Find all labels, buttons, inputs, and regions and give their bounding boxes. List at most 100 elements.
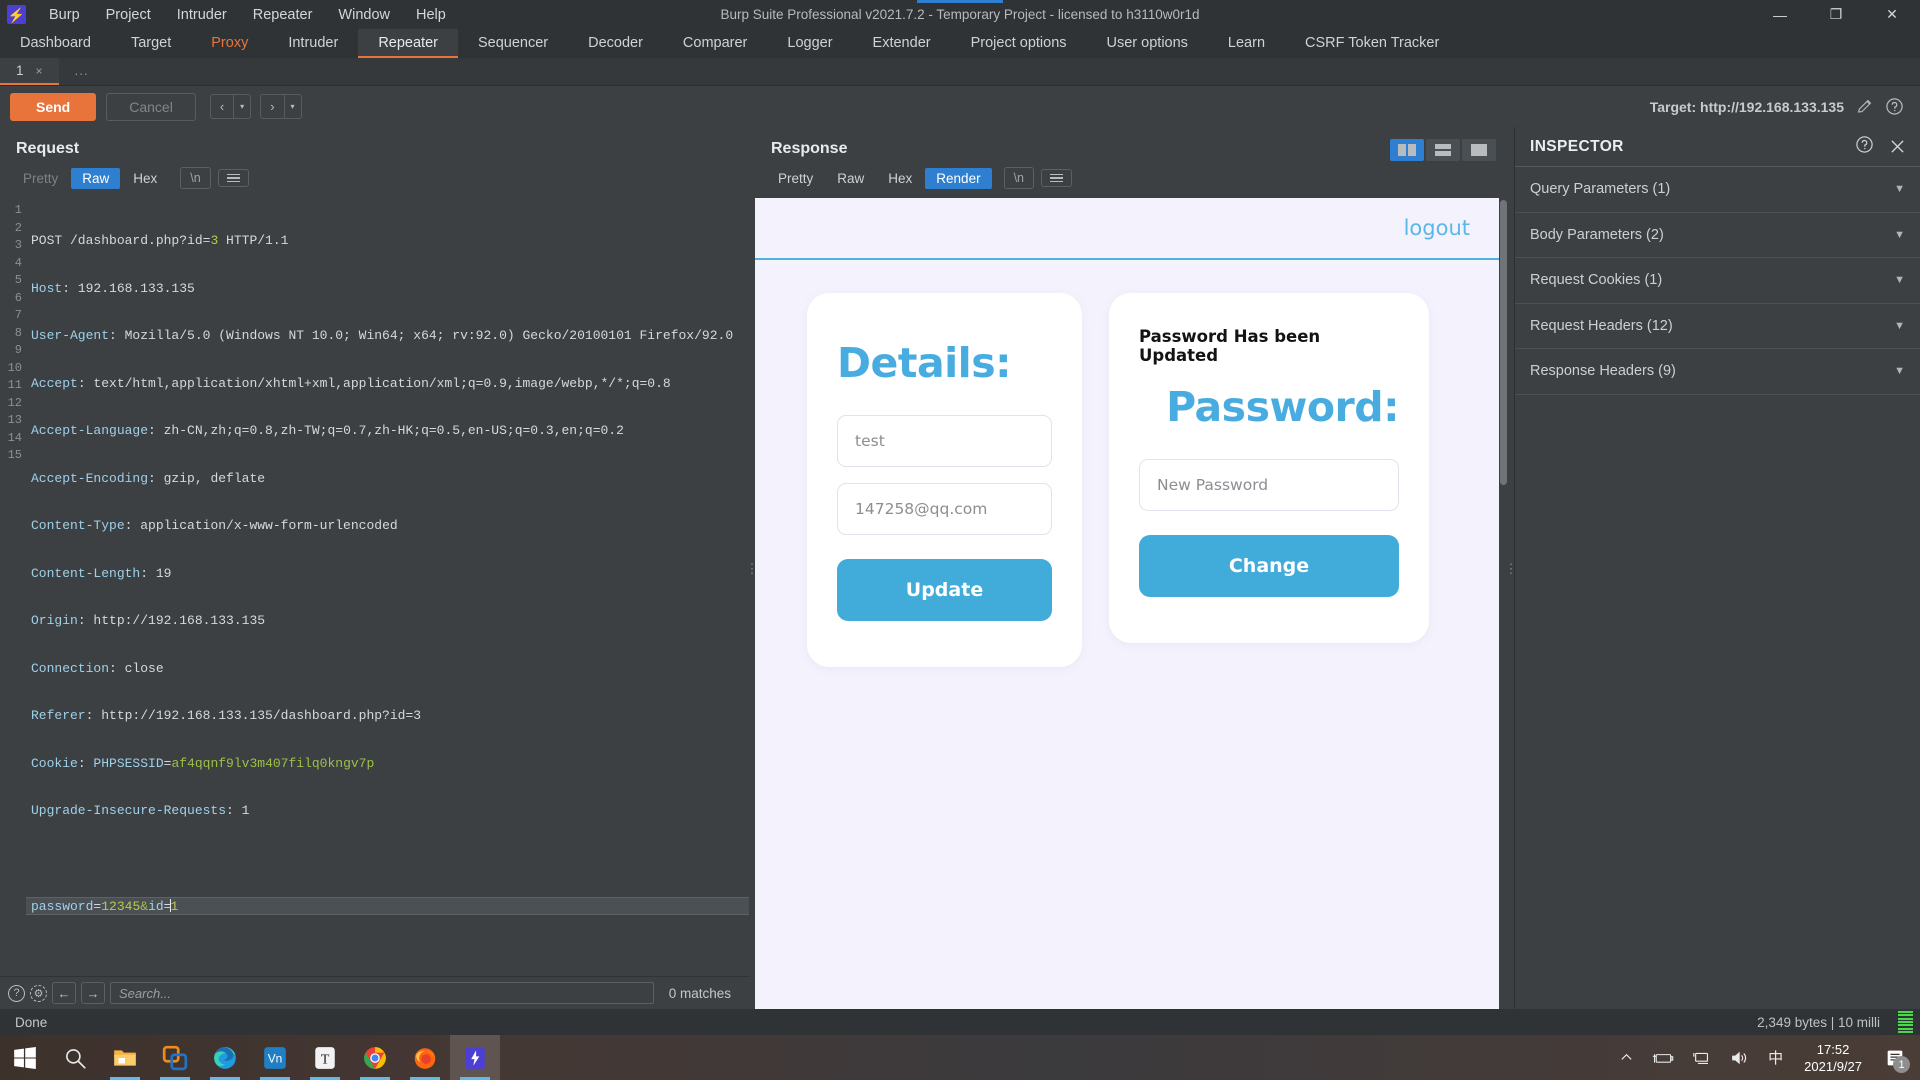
chevron-down-icon[interactable]: ▼ bbox=[1894, 365, 1905, 377]
gear-icon[interactable]: ⚙ bbox=[30, 985, 47, 1002]
help-circle-icon[interactable]: ? bbox=[8, 985, 25, 1002]
taskbar-typora[interactable]: T bbox=[300, 1035, 350, 1080]
battery-charging-icon[interactable] bbox=[1643, 1035, 1683, 1080]
taskbar-vnc[interactable]: Vn bbox=[250, 1035, 300, 1080]
ime-indicator[interactable]: 中 bbox=[1759, 1035, 1792, 1080]
maximize-button[interactable]: ❐ bbox=[1808, 0, 1864, 29]
tab-sequencer[interactable]: Sequencer bbox=[458, 29, 568, 58]
chevron-down-icon[interactable]: ▼ bbox=[1894, 320, 1905, 332]
request-format-pretty[interactable]: Pretty bbox=[12, 168, 69, 189]
tab-repeater[interactable]: Repeater bbox=[358, 29, 458, 58]
taskbar-search[interactable] bbox=[50, 1035, 100, 1080]
clock[interactable]: 17:52 2021/9/27 bbox=[1792, 1035, 1874, 1080]
inspector-section-request-cookies[interactable]: Request Cookies (1) ▼ bbox=[1515, 258, 1920, 304]
request-search-bar: ? ⚙ ← → 0 matches bbox=[0, 976, 749, 1009]
close-icon[interactable] bbox=[1890, 139, 1905, 154]
response-format-pretty[interactable]: Pretty bbox=[767, 168, 824, 189]
menu-item-intruder[interactable]: Intruder bbox=[164, 3, 240, 27]
cancel-button[interactable]: Cancel bbox=[106, 93, 196, 121]
menu-item-window[interactable]: Window bbox=[325, 3, 403, 27]
history-back-button[interactable]: ‹ bbox=[211, 95, 233, 118]
chevron-down-icon[interactable]: ▼ bbox=[1894, 274, 1905, 286]
notification-icon[interactable]: 1 bbox=[1874, 1035, 1916, 1080]
menu-item-repeater[interactable]: Repeater bbox=[240, 3, 326, 27]
response-newline-toggle[interactable]: \n bbox=[1004, 167, 1034, 189]
tab-decoder[interactable]: Decoder bbox=[568, 29, 663, 58]
tab-logger[interactable]: Logger bbox=[767, 29, 852, 58]
search-input[interactable] bbox=[110, 982, 654, 1004]
change-button[interactable]: Change bbox=[1139, 535, 1399, 597]
email-field[interactable] bbox=[837, 483, 1052, 535]
request-line: Content-Type: application/x-www-form-url… bbox=[26, 517, 749, 535]
layout-stacked-button[interactable] bbox=[1426, 139, 1460, 161]
request-editor[interactable]: 1 2 3 4 5 6 7 8 9 10 11 12 13 14 15 bbox=[0, 198, 749, 976]
taskbar-edge[interactable] bbox=[200, 1035, 250, 1080]
taskbar-firefox[interactable] bbox=[400, 1035, 450, 1080]
inspector-section-query-parameters[interactable]: Query Parameters (1) ▼ bbox=[1515, 167, 1920, 213]
repeater-tab-1[interactable]: 1 × bbox=[0, 58, 59, 85]
request-code[interactable]: POST /dashboard.php?id=3 HTTP/1.1 Host: … bbox=[26, 198, 749, 976]
taskbar-chrome[interactable] bbox=[350, 1035, 400, 1080]
menu-item-help[interactable]: Help bbox=[403, 3, 459, 27]
hamburger-icon[interactable] bbox=[1041, 169, 1072, 188]
send-button[interactable]: Send bbox=[10, 93, 96, 121]
search-prev-button[interactable]: ← bbox=[52, 982, 76, 1004]
repeater-add-tab[interactable]: ... bbox=[59, 58, 105, 85]
network-icon[interactable] bbox=[1683, 1035, 1721, 1080]
tab-dashboard[interactable]: Dashboard bbox=[0, 29, 111, 58]
response-format-hex[interactable]: Hex bbox=[877, 168, 923, 189]
logout-link[interactable]: logout bbox=[1404, 216, 1470, 240]
pencil-icon[interactable] bbox=[1856, 98, 1873, 115]
svg-text:T: T bbox=[321, 1051, 330, 1067]
tab-project-options[interactable]: Project options bbox=[951, 29, 1087, 58]
tab-learn[interactable]: Learn bbox=[1208, 29, 1285, 58]
tab-intruder[interactable]: Intruder bbox=[268, 29, 358, 58]
close-button[interactable]: ✕ bbox=[1864, 0, 1920, 29]
chevron-up-icon[interactable] bbox=[1610, 1035, 1643, 1080]
taskbar-vmware[interactable] bbox=[150, 1035, 200, 1080]
search-next-button[interactable]: → bbox=[81, 982, 105, 1004]
update-button[interactable]: Update bbox=[837, 559, 1052, 621]
new-password-field[interactable] bbox=[1139, 459, 1399, 511]
request-format-hex[interactable]: Hex bbox=[122, 168, 168, 189]
volume-icon[interactable] bbox=[1721, 1035, 1759, 1080]
chevron-down-icon[interactable]: ▼ bbox=[1894, 183, 1905, 195]
start-button[interactable] bbox=[0, 1035, 50, 1080]
notification-count-badge: 1 bbox=[1893, 1056, 1910, 1073]
layout-single-button[interactable] bbox=[1462, 139, 1496, 161]
tab-target[interactable]: Target bbox=[111, 29, 191, 58]
minimize-button[interactable]: — bbox=[1752, 0, 1808, 29]
request-body-line[interactable]: password=12345&id=1 bbox=[26, 897, 749, 915]
response-scrollbar[interactable] bbox=[1499, 198, 1508, 1009]
menu-item-project[interactable]: Project bbox=[93, 3, 164, 27]
tab-extender[interactable]: Extender bbox=[853, 29, 951, 58]
taskbar-file-explorer[interactable] bbox=[100, 1035, 150, 1080]
inspector-section-body-parameters[interactable]: Body Parameters (2) ▼ bbox=[1515, 213, 1920, 259]
history-forward-button[interactable]: › bbox=[261, 95, 283, 118]
layout-side-by-side-button[interactable] bbox=[1390, 139, 1424, 161]
menu-bar: Burp Project Intruder Repeater Window He… bbox=[36, 3, 459, 27]
help-circle-icon[interactable] bbox=[1885, 97, 1904, 116]
tab-comparer[interactable]: Comparer bbox=[663, 29, 767, 58]
chevron-down-icon[interactable]: ▼ bbox=[1894, 229, 1905, 241]
help-circle-icon[interactable] bbox=[1855, 135, 1874, 159]
tab-proxy[interactable]: Proxy bbox=[191, 29, 268, 58]
chevron-down-icon[interactable]: ▾ bbox=[284, 95, 301, 118]
response-format-render[interactable]: Render bbox=[925, 168, 991, 189]
response-format-raw[interactable]: Raw bbox=[826, 168, 875, 189]
username-field[interactable] bbox=[837, 415, 1052, 467]
tab-user-options[interactable]: User options bbox=[1087, 29, 1208, 58]
windows-taskbar: Vn T bbox=[0, 1035, 1920, 1080]
inspector-section-response-headers[interactable]: Response Headers (9) ▼ bbox=[1515, 349, 1920, 395]
menu-item-burp[interactable]: Burp bbox=[36, 3, 93, 27]
inspector-section-request-headers[interactable]: Request Headers (12) ▼ bbox=[1515, 304, 1920, 350]
tab-csrf-token-tracker[interactable]: CSRF Token Tracker bbox=[1285, 29, 1459, 58]
request-format-raw[interactable]: Raw bbox=[71, 168, 120, 189]
hamburger-icon[interactable] bbox=[218, 169, 249, 188]
chevron-down-icon[interactable]: ▾ bbox=[233, 95, 250, 118]
scrollbar-thumb[interactable] bbox=[1500, 200, 1507, 485]
request-newline-toggle[interactable]: \n bbox=[180, 167, 210, 189]
taskbar-burp[interactable] bbox=[450, 1035, 500, 1080]
close-icon[interactable]: × bbox=[36, 64, 43, 78]
clock-time: 17:52 bbox=[1804, 1041, 1862, 1058]
